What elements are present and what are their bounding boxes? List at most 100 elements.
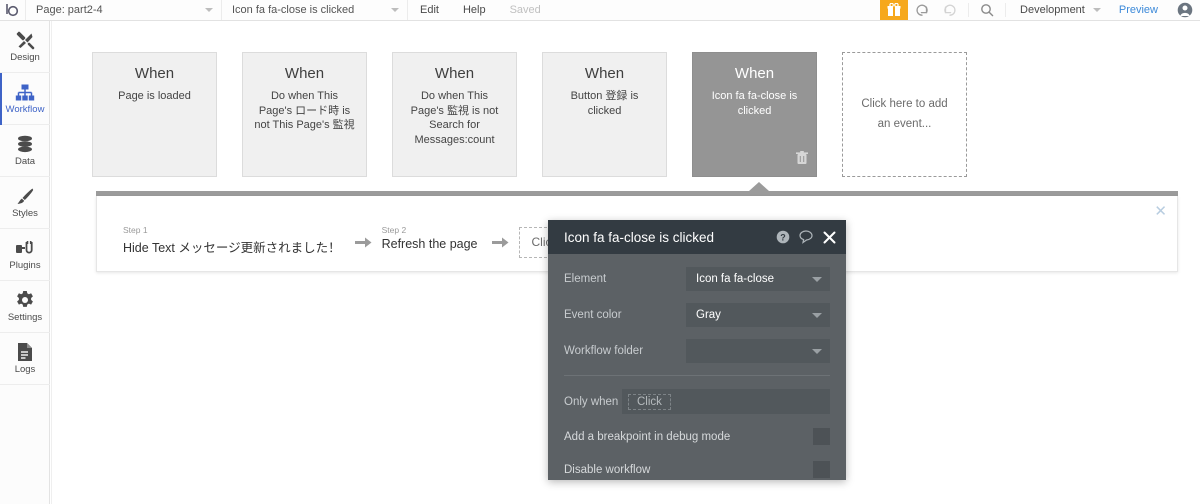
undo-icon[interactable] — [908, 0, 936, 20]
event-card[interactable]: When Do when This Page's ロード時 is not Thi… — [242, 52, 367, 177]
event-color-dropdown-value: Gray — [696, 309, 721, 321]
sidebar-item-design[interactable]: Design — [0, 21, 50, 73]
event-color-dropdown[interactable]: Gray — [686, 303, 830, 327]
page-selector[interactable]: Page: part2-4 — [26, 0, 222, 20]
arrow-right-icon — [354, 225, 372, 254]
workflow-folder-dropdown[interactable] — [686, 339, 830, 363]
sidebar-item-settings[interactable]: Settings — [0, 281, 50, 333]
sidebar-item-data[interactable]: Data — [0, 125, 50, 177]
step-number: Step 2 — [381, 225, 407, 235]
gear-icon — [15, 290, 35, 310]
add-event-label: Click here to add an event... — [861, 97, 948, 130]
close-icon[interactable] — [823, 231, 836, 244]
sidebar-item-label: Settings — [7, 312, 43, 324]
sidebar-item-label: Plugins — [9, 260, 41, 272]
workflow-selector[interactable]: Icon fa fa-close is clicked — [222, 0, 408, 20]
database-icon — [15, 134, 35, 154]
step-item[interactable]: Step 2 Refresh the page — [382, 225, 482, 251]
events-row: When Page is loaded When Do when This Pa… — [92, 52, 967, 177]
disable-workflow-label: Disable workflow — [564, 463, 651, 476]
workflow-icon — [15, 82, 35, 102]
sidebar-item-label: Styles — [12, 208, 38, 220]
only-when-input[interactable]: Click — [622, 389, 830, 414]
disable-workflow-row: Disable workflow — [564, 461, 830, 478]
sidebar-item-label: Logs — [14, 364, 36, 376]
breakpoint-row: Add a breakpoint in debug mode — [564, 428, 830, 445]
svg-text:?: ? — [780, 232, 786, 242]
event-properties-panel: Icon fa fa-close is clicked ? Element Ic… — [548, 220, 846, 480]
event-description: Page is loaded — [118, 90, 191, 102]
sidebar-item-label: Design — [10, 52, 40, 64]
event-description: Do when This Page's ロード時 is not This Pag… — [254, 90, 355, 132]
top-bar: Page: part2-4 Icon fa fa-close is clicke… — [0, 0, 1200, 21]
workflow-folder-label: Workflow folder — [564, 345, 644, 357]
panel-title: Icon fa fa-close is clicked — [564, 229, 715, 245]
workflow-selector-label: Icon fa fa-close is clicked — [232, 4, 355, 16]
sidebar-item-styles[interactable]: Styles — [0, 177, 50, 229]
element-label: Element — [564, 273, 607, 285]
arrow-right-icon — [491, 225, 509, 254]
preview-button[interactable]: Preview — [1107, 0, 1170, 20]
event-when-label: When — [584, 65, 625, 82]
event-card[interactable]: When Page is loaded — [92, 52, 217, 177]
step-title: Hide Text メッセージ更新されました！ — [123, 241, 341, 255]
help-menu[interactable]: Help — [451, 0, 498, 20]
step-item[interactable]: Step 1 Hide Text メッセージ更新されました！ — [123, 225, 345, 256]
page-selector-label: Page: part2-4 — [36, 4, 103, 16]
sidebar-item-plugins[interactable]: Plugins — [0, 229, 50, 281]
event-card-selected[interactable]: When Icon fa fa-close is clicked — [692, 52, 817, 177]
event-when-label: When — [284, 65, 325, 82]
only-when-placeholder: Click — [628, 393, 671, 410]
chevron-down-icon — [812, 312, 822, 318]
step-title: Refresh the page — [381, 237, 478, 251]
chevron-down-icon — [1092, 8, 1101, 12]
selected-event-pointer — [749, 182, 769, 191]
redo-icon[interactable] — [936, 0, 964, 20]
divider — [1005, 3, 1007, 17]
version-label: Development — [1020, 4, 1085, 16]
chevron-down-icon — [205, 8, 213, 12]
event-when-label: When — [434, 65, 475, 82]
trash-icon[interactable] — [796, 151, 808, 170]
breakpoint-label: Add a breakpoint in debug mode — [564, 430, 731, 443]
workflow-folder-field-row: Workflow folder — [564, 339, 830, 363]
element-dropdown[interactable]: Icon fa fa-close — [686, 267, 830, 291]
search-icon[interactable] — [973, 0, 1001, 20]
document-icon — [16, 342, 34, 362]
only-when-row: Only when Click — [564, 389, 830, 414]
panel-header: Icon fa fa-close is clicked ? — [548, 220, 846, 254]
workflow-canvas: When Page is loaded When Do when This Pa… — [51, 21, 1200, 504]
divider — [564, 375, 830, 376]
event-description: Button 登録 is clicked — [570, 90, 639, 117]
event-card[interactable]: When Button 登録 is clicked — [542, 52, 667, 177]
event-when-label: When — [134, 65, 175, 82]
event-color-label: Event color — [564, 309, 622, 321]
divider — [968, 3, 970, 17]
comment-bubble-icon[interactable] — [799, 230, 814, 244]
bubble-logo-icon[interactable] — [0, 0, 26, 20]
edit-menu[interactable]: Edit — [408, 0, 451, 20]
version-selector[interactable]: Development — [1010, 0, 1107, 20]
chevron-down-icon — [391, 8, 399, 12]
sidebar-item-workflow[interactable]: Workflow — [0, 73, 50, 125]
sidebar-item-logs[interactable]: Logs — [0, 333, 50, 385]
add-event-card[interactable]: Click here to add an event... — [842, 52, 967, 177]
help-circle-icon[interactable]: ? — [776, 230, 790, 244]
gift-icon[interactable] — [880, 0, 909, 20]
chevron-down-icon — [812, 348, 822, 354]
step-number: Step 1 — [123, 225, 148, 235]
only-when-label: Only when — [564, 395, 619, 408]
user-avatar-icon[interactable] — [1170, 0, 1200, 20]
breakpoint-checkbox[interactable] — [813, 428, 830, 445]
element-dropdown-value: Icon fa fa-close — [696, 273, 774, 285]
sidebar-item-label: Workflow — [5, 104, 45, 116]
chevron-down-icon — [812, 276, 822, 282]
panel-body: Element Icon fa fa-close Event color Gra… — [548, 254, 846, 478]
event-card[interactable]: When Do when This Page's 監視 is not Searc… — [392, 52, 517, 177]
event-description: Do when This Page's 監視 is not Search for… — [410, 90, 499, 146]
disable-workflow-checkbox[interactable] — [813, 461, 830, 478]
plugins-icon — [15, 238, 35, 258]
close-icon[interactable]: ✕ — [1154, 204, 1167, 219]
design-icon — [15, 30, 35, 50]
